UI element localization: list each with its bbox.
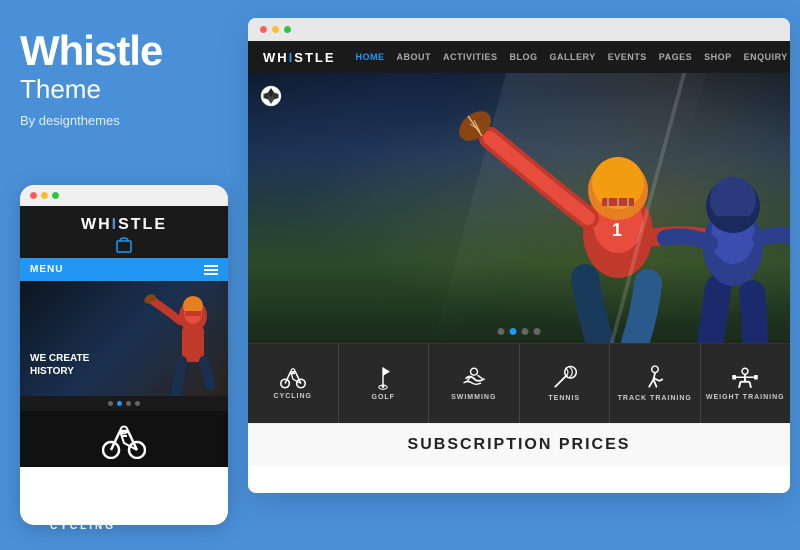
desktop-window-controls <box>248 18 790 41</box>
golf-sport-icon <box>372 366 394 390</box>
sport-weight-training[interactable]: WEIGHT TRAINING <box>701 344 791 423</box>
cycling-bottom-text: CYCLING <box>50 521 116 532</box>
cycling-sport-icon <box>279 367 307 389</box>
nav-activities[interactable]: ACTIVITIES <box>443 52 498 62</box>
carousel-dot-4 <box>534 328 541 335</box>
mobile-carousel-dots <box>20 396 228 411</box>
desktop-mockup: WHISTLE HOME ABOUT ACTIVITIES BLOG GALLE… <box>248 18 790 493</box>
mobile-cart-icon <box>115 237 133 253</box>
nav-shop[interactable]: SHOP <box>704 52 732 62</box>
mobile-cycling-section <box>20 411 228 467</box>
tennis-label: TENNIS <box>548 395 580 402</box>
svg-text:1: 1 <box>612 220 622 240</box>
hamburger-line-2 <box>204 269 218 271</box>
brand-subtitle: Theme <box>20 74 225 105</box>
nav-enquiry[interactable]: ENQUIRY <box>744 52 788 62</box>
carousel-dot-1 <box>498 328 505 335</box>
sport-golf[interactable]: GOLF <box>339 344 430 423</box>
nav-events[interactable]: EVENTS <box>608 52 647 62</box>
desktop-maximize-dot <box>284 26 291 33</box>
desktop-player-svg: 1 <box>370 78 790 343</box>
carousel-dot-2 <box>510 328 517 335</box>
desktop-nav-links: HOME ABOUT ACTIVITIES BLOG GALLERY EVENT… <box>356 52 788 62</box>
desktop-soccer-icon <box>260 85 282 107</box>
nav-about[interactable]: ABOUT <box>397 52 432 62</box>
hamburger-line-3 <box>204 273 218 275</box>
mobile-hero-line1: WE CREATE <box>30 352 89 365</box>
weight-training-label: WEIGHT TRAINING <box>706 394 785 401</box>
carousel-dot-1 <box>108 401 113 406</box>
desktop-close-dot <box>260 26 267 33</box>
sports-activities-row: CYCLING GOLF SWIMMING <box>248 343 790 423</box>
left-panel: Whistle Theme By designthemes WHISTLE <box>0 0 245 550</box>
track-training-sport-icon <box>642 365 668 391</box>
hamburger-icon[interactable] <box>204 265 218 275</box>
cycling-icon <box>102 423 146 459</box>
brand-author: By designthemes <box>20 113 225 128</box>
weight-training-sport-icon <box>730 366 760 390</box>
desktop-hero: 1 <box>248 73 790 343</box>
mobile-mockup: WHISTLE MENU <box>20 185 228 525</box>
nav-blog[interactable]: BLOG <box>510 52 538 62</box>
desktop-nav-bar: WHISTLE HOME ABOUT ACTIVITIES BLOG GALLE… <box>248 41 790 73</box>
hamburger-line-1 <box>204 265 218 267</box>
nav-gallery[interactable]: GALLERY <box>550 52 596 62</box>
maximize-dot <box>52 192 59 199</box>
mobile-nav-bar[interactable]: MENU <box>20 258 228 281</box>
nav-home[interactable]: HOME <box>356 52 385 62</box>
subscription-section: SUBSCRIPTION PRICES <box>248 423 790 466</box>
sport-swimming[interactable]: SWIMMING <box>429 344 520 423</box>
carousel-dot-2 <box>117 401 122 406</box>
mobile-player-svg <box>138 291 228 396</box>
cycling-label: CYCLING <box>274 393 313 400</box>
close-dot <box>30 192 37 199</box>
minimize-dot <box>41 192 48 199</box>
sport-cycling[interactable]: CYCLING <box>248 344 339 423</box>
carousel-dot-4 <box>135 401 140 406</box>
mobile-window-controls <box>20 185 228 206</box>
mobile-menu-label: MENU <box>30 264 63 275</box>
desktop-minimize-dot <box>272 26 279 33</box>
desktop-logo: WHISTLE <box>263 50 336 65</box>
swimming-sport-icon <box>460 366 488 390</box>
carousel-dot-3 <box>522 328 529 335</box>
mobile-hero-image: WE CREATE HISTORY <box>20 281 228 396</box>
mobile-header: WHISTLE <box>20 206 228 258</box>
sport-track-training[interactable]: TRACK TRAINING <box>610 344 701 423</box>
mobile-hero-line2: HISTORY <box>30 365 89 378</box>
desktop-carousel-dots <box>498 328 541 335</box>
track-training-label: TRACK TRAINING <box>618 395 692 402</box>
swimming-label: SWIMMING <box>451 394 496 401</box>
carousel-dot-3 <box>126 401 131 406</box>
brand-title: Whistle <box>20 30 225 72</box>
golf-label: GOLF <box>372 394 395 401</box>
nav-pages[interactable]: PAGES <box>659 52 692 62</box>
subscription-title: SUBSCRIPTION PRICES <box>260 436 778 454</box>
mobile-hero-text: WE CREATE HISTORY <box>30 352 89 378</box>
tennis-sport-icon <box>551 365 577 391</box>
mobile-logo: WHISTLE <box>20 216 228 234</box>
sport-tennis[interactable]: TENNIS <box>520 344 611 423</box>
